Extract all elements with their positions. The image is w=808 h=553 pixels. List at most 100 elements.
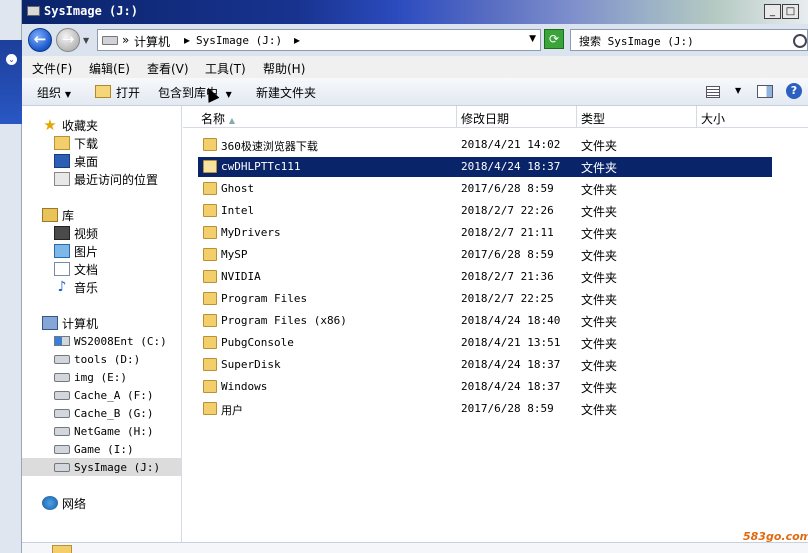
address-bar[interactable]: » 计算机 ▸ SysImage (J:) ▸ ▼ [97, 29, 541, 51]
column-date[interactable]: 修改日期 [457, 106, 577, 128]
nav-drive-i[interactable]: Game (I:) [54, 440, 134, 458]
search-icon[interactable] [793, 34, 807, 48]
new-folder-button[interactable]: 新建文件夹 [256, 84, 316, 101]
breadcrumb-computer[interactable]: 计算机 [134, 33, 170, 50]
nav-item-pictures[interactable]: 图片 [54, 242, 98, 260]
view-dropdown-icon[interactable]: ▼ [735, 86, 741, 95]
nav-drive-d[interactable]: tools (D:) [54, 350, 140, 368]
nav-network[interactable]: 网络 [42, 494, 86, 512]
file-type: 文件夹 [581, 249, 618, 263]
table-row[interactable]: SuperDisk 2018/4/24 18:37 文件夹 [198, 355, 772, 375]
refresh-button[interactable]: ⟳ [544, 29, 564, 49]
history-dropdown-icon[interactable]: ▼ [83, 36, 89, 45]
nav-computer[interactable]: 计算机 [42, 314, 98, 332]
menu-tools[interactable]: 工具(T) [205, 60, 246, 77]
nav-drive-f[interactable]: Cache_A (F:) [54, 386, 153, 404]
file-type: 文件夹 [581, 271, 618, 285]
file-type: 文件夹 [581, 315, 618, 329]
column-header: 名称 ▲ 修改日期 类型 大小 [183, 106, 808, 128]
nav-item-downloads[interactable]: 下载 [54, 134, 98, 152]
nav-label: 下载 [74, 136, 99, 151]
file-type: 文件夹 [581, 183, 618, 197]
file-list[interactable]: 名称 ▲ 修改日期 类型 大小 360极速浏览器下载 2018/4/21 14:0… [183, 106, 808, 542]
nav-label: Game (I:) [74, 442, 134, 456]
table-row[interactable]: Program Files (x86) 2018/4/24 18:40 文件夹 [198, 311, 772, 331]
table-row[interactable]: 360极速浏览器下载 2018/4/21 14:02 文件夹 [198, 135, 772, 155]
desktop-icon [54, 154, 70, 168]
nav-drive-j[interactable]: SysImage (J:) [22, 458, 181, 476]
menu-file[interactable]: 文件(F) [32, 60, 72, 77]
nav-favorites[interactable]: ★ 收藏夹 [42, 116, 98, 134]
nav-drive-c[interactable]: WS2008Ent (C:) [54, 332, 167, 350]
navigation-pane[interactable]: ★ 收藏夹 下载 桌面 最近访问的位置 库 视频 图片 文档 ♪ 音乐 计算机 … [22, 106, 182, 542]
breadcrumb-separator[interactable]: ▸ [294, 33, 300, 47]
breadcrumb-overflow[interactable]: » [122, 33, 129, 47]
nav-label: SysImage (J:) [74, 460, 161, 474]
nav-item-documents[interactable]: 文档 [54, 260, 98, 278]
maximize-button[interactable]: □ [782, 4, 799, 19]
table-row[interactable]: Ghost 2017/6/28 8:59 文件夹 [198, 179, 772, 199]
table-row[interactable]: Program Files 2018/2/7 22:25 文件夹 [198, 289, 772, 309]
nav-label: 计算机 [62, 316, 99, 331]
nav-drive-e[interactable]: img (E:) [54, 368, 127, 386]
folder-icon [52, 545, 72, 553]
minimize-button[interactable]: _ [764, 4, 781, 19]
breadcrumb-drive[interactable]: SysImage (J:) [196, 34, 282, 47]
column-name[interactable]: 名称 ▲ [183, 106, 457, 128]
nav-drive-g[interactable]: Cache_B (G:) [54, 404, 153, 422]
menu-edit[interactable]: 编辑(E) [89, 60, 130, 77]
include-in-library-button[interactable]: 包含到库中 ▼ [158, 84, 232, 101]
folder-icon [203, 336, 217, 349]
forward-button[interactable]: → [56, 28, 80, 52]
table-row[interactable]: 用户 2017/6/28 8:59 文件夹 [198, 399, 772, 419]
table-row[interactable]: NVIDIA 2018/2/7 21:36 文件夹 [198, 267, 772, 287]
document-icon [54, 262, 70, 276]
column-type[interactable]: 类型 [577, 106, 697, 128]
nav-item-recent[interactable]: 最近访问的位置 [54, 170, 158, 188]
back-button[interactable]: ← [28, 28, 52, 52]
desktop-window-edge [0, 40, 22, 124]
file-date: 2018/2/7 21:36 [461, 270, 554, 283]
star-icon: ★ [43, 116, 57, 134]
file-date: 2017/6/28 8:59 [461, 182, 554, 195]
folder-icon [203, 226, 217, 239]
menu-view[interactable]: 查看(V) [147, 60, 189, 77]
nav-label: 文档 [74, 262, 99, 277]
table-row[interactable]: MySP 2017/6/28 8:59 文件夹 [198, 245, 772, 265]
organize-label: 组织 [37, 86, 62, 100]
open-folder-icon [95, 85, 111, 98]
nav-label: 网络 [62, 496, 87, 511]
nav-libraries[interactable]: 库 [42, 206, 74, 224]
column-size[interactable]: 大小 [697, 106, 808, 128]
nav-item-videos[interactable]: 视频 [54, 224, 98, 242]
help-icon[interactable]: ? [786, 83, 802, 99]
network-icon [42, 496, 58, 510]
table-row[interactable]: cwDHLPTTc111 2018/4/24 18:37 文件夹 [198, 157, 772, 177]
file-name: Intel [221, 204, 255, 217]
command-bar: 组织 ▼ 打开 包含到库中 ▼ 新建文件夹 ▼ ? [22, 78, 808, 106]
chevron-down-icon[interactable]: ⌄ [6, 54, 17, 65]
address-row: ← → ▼ » 计算机 ▸ SysImage (J:) ▸ ▼ ⟳ 搜索 Sys… [22, 24, 808, 56]
table-row[interactable]: Intel 2018/2/7 22:26 文件夹 [198, 201, 772, 221]
title-bar[interactable]: SysImage (J:) _ □ [22, 0, 808, 24]
address-dropdown-icon[interactable]: ▼ [529, 34, 536, 44]
table-row[interactable]: Windows 2018/4/24 18:37 文件夹 [198, 377, 772, 397]
table-row[interactable]: PubgConsole 2018/4/21 13:51 文件夹 [198, 333, 772, 353]
search-input[interactable]: 搜索 SysImage (J:) [570, 29, 808, 51]
open-button[interactable]: 打开 [116, 84, 140, 101]
file-type: 文件夹 [581, 205, 618, 219]
picture-icon [54, 244, 70, 258]
nav-drive-h[interactable]: NetGame (H:) [54, 422, 153, 440]
breadcrumb-separator[interactable]: ▸ [184, 33, 190, 47]
menu-help[interactable]: 帮助(H) [263, 60, 305, 77]
view-details-icon[interactable] [706, 86, 720, 98]
nav-item-music[interactable]: ♪ 音乐 [54, 278, 98, 296]
file-name: MyDrivers [221, 226, 281, 239]
folder-icon [203, 270, 217, 283]
nav-item-desktop[interactable]: 桌面 [54, 152, 98, 170]
table-row[interactable]: MyDrivers 2018/2/7 21:11 文件夹 [198, 223, 772, 243]
file-name: cwDHLPTTc111 [221, 160, 301, 173]
file-name: NVIDIA [221, 270, 261, 283]
preview-pane-icon[interactable] [757, 85, 773, 98]
organize-button[interactable]: 组织 ▼ [37, 84, 71, 101]
